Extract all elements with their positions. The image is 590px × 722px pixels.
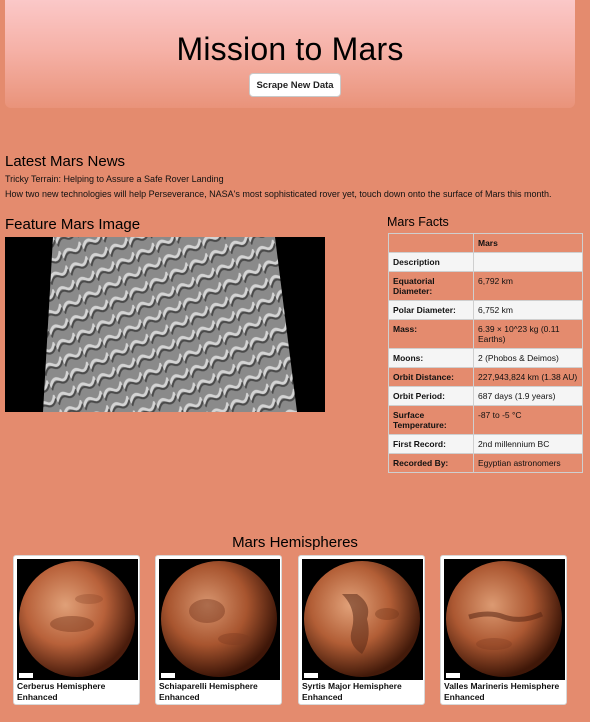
usgs-logo xyxy=(304,673,318,678)
feature-image-title: Feature Mars Image xyxy=(5,216,141,233)
fact-label: Orbit Distance: xyxy=(388,367,474,387)
hemisphere-title[interactable]: Schiaparelli Hemisphere Enhanced xyxy=(159,681,281,703)
jumbotron-header: Mission to Mars Scrape New Data xyxy=(5,0,575,108)
table-header-row: Mars xyxy=(388,233,583,253)
fact-value: Egyptian astronomers xyxy=(473,453,583,473)
fact-value: 2 (Phobos & Deimos) xyxy=(473,348,583,368)
table-row: Description xyxy=(388,252,583,272)
news-section-title: Latest Mars News xyxy=(5,153,126,170)
mars-globe-image xyxy=(161,561,277,677)
hemisphere-title[interactable]: Syrtis Major Hemisphere Enhanced xyxy=(302,681,424,703)
dune-field-image xyxy=(43,237,297,412)
hemisphere-title[interactable]: Cerberus Hemisphere Enhanced xyxy=(17,681,139,703)
hemisphere-card-cerberus[interactable]: Cerberus Hemisphere Enhanced xyxy=(13,555,140,705)
fact-value: 6,792 km xyxy=(473,271,583,301)
table-row: Polar Diameter: 6,752 km xyxy=(388,300,583,320)
facts-section-title: Mars Facts xyxy=(387,215,449,229)
table-row: Orbit Period: 687 days (1.9 years) xyxy=(388,386,583,406)
scrape-new-data-button[interactable]: Scrape New Data xyxy=(249,73,341,97)
table-header-mars: Mars xyxy=(473,233,583,253)
fact-value: -87 to -5 °C xyxy=(473,405,583,435)
fact-label: Equatorial Diameter: xyxy=(388,271,474,301)
usgs-logo xyxy=(446,673,460,678)
fact-value: 687 days (1.9 years) xyxy=(473,386,583,406)
hemisphere-image[interactable] xyxy=(159,559,280,680)
table-row: Mass: 6.39 × 10^23 kg (0.11 Earths) xyxy=(388,319,583,349)
news-teaser: How two new technologies will help Perse… xyxy=(5,189,552,199)
usgs-logo xyxy=(161,673,175,678)
table-row: Surface Temperature: -87 to -5 °C xyxy=(388,405,583,435)
fact-label: Mass: xyxy=(388,319,474,349)
fact-label: Recorded By: xyxy=(388,453,474,473)
fact-value: 6,752 km xyxy=(473,300,583,320)
fact-label: Description xyxy=(388,252,474,272)
fact-value: 2nd millennium BC xyxy=(473,434,583,454)
table-row: Orbit Distance: 227,943,824 km (1.38 AU) xyxy=(388,367,583,387)
table-row: First Record: 2nd millennium BC xyxy=(388,434,583,454)
news-headline: Tricky Terrain: Helping to Assure a Safe… xyxy=(5,174,224,184)
fact-value xyxy=(473,252,583,272)
table-row: Recorded By: Egyptian astronomers xyxy=(388,453,583,473)
hemisphere-image[interactable] xyxy=(302,559,423,680)
hemisphere-title[interactable]: Valles Marineris Hemisphere Enhanced xyxy=(444,681,566,703)
fact-label: Surface Temperature: xyxy=(388,405,474,435)
hemisphere-image[interactable] xyxy=(17,559,138,680)
table-header-empty xyxy=(388,233,474,253)
fact-label: Orbit Period: xyxy=(388,386,474,406)
hemisphere-image[interactable] xyxy=(444,559,565,680)
fact-label: First Record: xyxy=(388,434,474,454)
table-row: Equatorial Diameter: 6,792 km xyxy=(388,271,583,301)
fact-value: 6.39 × 10^23 kg (0.11 Earths) xyxy=(473,319,583,349)
table-row: Moons: 2 (Phobos & Deimos) xyxy=(388,348,583,368)
fact-label: Moons: xyxy=(388,348,474,368)
mars-globe-image xyxy=(19,561,135,677)
mars-globe-image xyxy=(304,561,420,677)
page-title: Mission to Mars xyxy=(176,31,404,67)
hemisphere-card-schiaparelli[interactable]: Schiaparelli Hemisphere Enhanced xyxy=(155,555,282,705)
mars-globe-image xyxy=(446,561,562,677)
mars-facts-table: Mars Description Equatorial Diameter: 6,… xyxy=(388,233,583,473)
usgs-logo xyxy=(19,673,33,678)
fact-label: Polar Diameter: xyxy=(388,300,474,320)
hemispheres-section-title: Mars Hemispheres xyxy=(232,534,358,551)
hemisphere-card-valles-marineris[interactable]: Valles Marineris Hemisphere Enhanced xyxy=(440,555,567,705)
fact-value: 227,943,824 km (1.38 AU) xyxy=(473,367,583,387)
hemisphere-card-syrtis-major[interactable]: Syrtis Major Hemisphere Enhanced xyxy=(298,555,425,705)
featured-mars-image[interactable] xyxy=(5,237,325,412)
